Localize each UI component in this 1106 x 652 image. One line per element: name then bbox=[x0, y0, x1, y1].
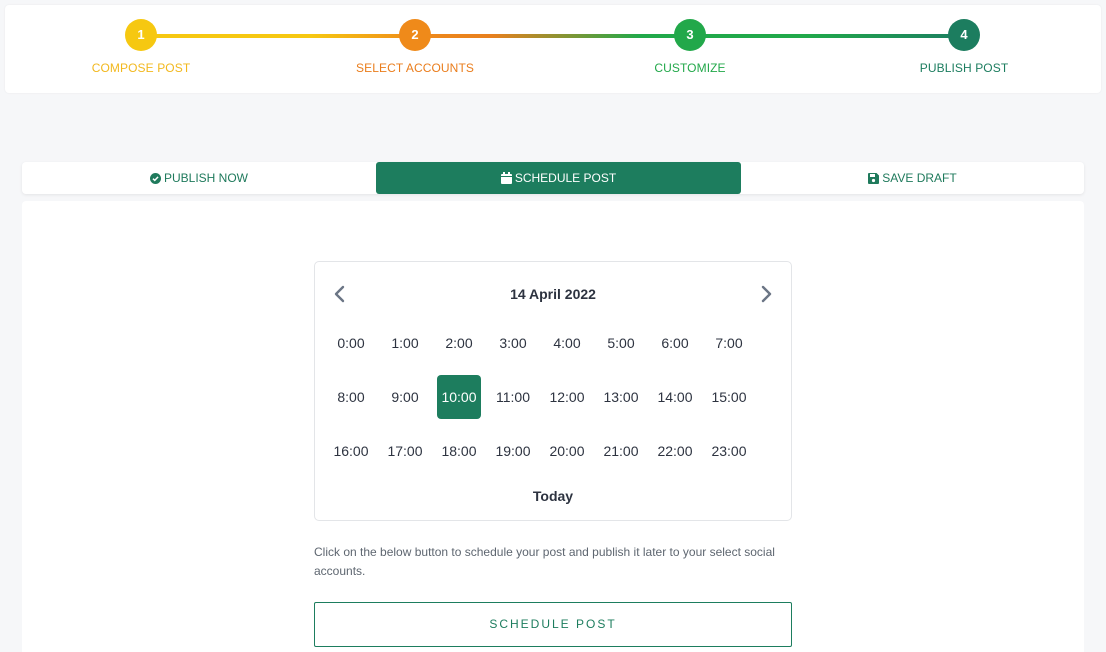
hour-slot[interactable]: 9:00 bbox=[383, 375, 427, 419]
hour-slot[interactable]: 0:00 bbox=[329, 321, 373, 365]
schedule-post-button[interactable]: SCHEDULE POST bbox=[314, 602, 792, 647]
step-number-badge: 2 bbox=[399, 19, 431, 51]
tab-save-draft[interactable]: SAVE DRAFT bbox=[741, 162, 1084, 194]
step-number-badge: 1 bbox=[125, 19, 157, 51]
hour-slot[interactable]: 6:00 bbox=[653, 321, 697, 365]
step-label: COMPOSE POST bbox=[91, 61, 191, 75]
next-day-button[interactable] bbox=[754, 282, 778, 306]
hour-slot[interactable]: 3:00 bbox=[491, 321, 535, 365]
schedule-help-text: Click on the below button to schedule yo… bbox=[314, 545, 775, 578]
hour-slot[interactable]: 10:00 bbox=[437, 375, 481, 419]
hour-slot[interactable]: 22:00 bbox=[653, 429, 697, 473]
tab-label: PUBLISH NOW bbox=[163, 171, 248, 185]
hour-slot[interactable]: 17:00 bbox=[383, 429, 427, 473]
hour-slot[interactable]: 4:00 bbox=[545, 321, 589, 365]
today-button[interactable]: Today bbox=[315, 488, 791, 504]
tab-label: SCHEDULE POST bbox=[514, 171, 617, 185]
step-number-badge: 4 bbox=[948, 19, 980, 51]
hour-slot[interactable]: 7:00 bbox=[707, 321, 751, 365]
step-publish-post[interactable]: 4 PUBLISH POST bbox=[864, 19, 1064, 75]
calendar-icon bbox=[500, 164, 512, 196]
hour-slot[interactable]: 11:00 bbox=[491, 375, 535, 419]
step-customize[interactable]: 3 CUSTOMIZE bbox=[590, 19, 790, 75]
tab-publish-now[interactable]: PUBLISH NOW bbox=[22, 162, 376, 194]
step-number-badge: 3 bbox=[674, 19, 706, 51]
hour-slot[interactable]: 8:00 bbox=[329, 375, 373, 419]
tab-label: SAVE DRAFT bbox=[882, 171, 957, 185]
hour-slot[interactable]: 16:00 bbox=[329, 429, 373, 473]
chevron-right-icon bbox=[761, 285, 772, 303]
floppy-disk-icon bbox=[868, 164, 880, 196]
check-circle-icon bbox=[149, 164, 161, 196]
step-compose-post[interactable]: 1 COMPOSE POST bbox=[41, 19, 241, 75]
stepper-progress-line bbox=[146, 34, 969, 38]
hour-slot[interactable]: 23:00 bbox=[707, 429, 751, 473]
hour-slot[interactable]: 14:00 bbox=[653, 375, 697, 419]
step-select-accounts[interactable]: 2 SELECT ACCOUNTS bbox=[315, 19, 515, 75]
hour-slot[interactable]: 2:00 bbox=[437, 321, 481, 365]
step-label: CUSTOMIZE bbox=[654, 61, 726, 75]
hour-slot[interactable]: 21:00 bbox=[599, 429, 643, 473]
hour-slot[interactable]: 20:00 bbox=[545, 429, 589, 473]
progress-stepper: 1 COMPOSE POST 2 SELECT ACCOUNTS 3 CUSTO… bbox=[5, 5, 1101, 93]
step-label: PUBLISH POST bbox=[919, 61, 1009, 75]
hour-slot[interactable]: 5:00 bbox=[599, 321, 643, 365]
hour-slot[interactable]: 15:00 bbox=[707, 375, 751, 419]
time-picker-calendar: 14 April 2022 0:00 1:00 2:00 3:00 4:00 5:00 6:… bbox=[314, 261, 792, 521]
hour-slot[interactable]: 18:00 bbox=[437, 429, 481, 473]
calendar-date-title: 14 April 2022 bbox=[510, 286, 596, 302]
hour-slot[interactable]: 19:00 bbox=[491, 429, 535, 473]
hour-slot[interactable]: 1:00 bbox=[383, 321, 427, 365]
hour-slot[interactable]: 12:00 bbox=[545, 375, 589, 419]
publish-mode-tabs: PUBLISH NOW SCHEDULE POST SAVE DRAFT bbox=[22, 162, 1084, 194]
tab-schedule-post[interactable]: SCHEDULE POST bbox=[376, 162, 741, 194]
hour-slot[interactable]: 13:00 bbox=[599, 375, 643, 419]
step-label: SELECT ACCOUNTS bbox=[356, 61, 474, 75]
